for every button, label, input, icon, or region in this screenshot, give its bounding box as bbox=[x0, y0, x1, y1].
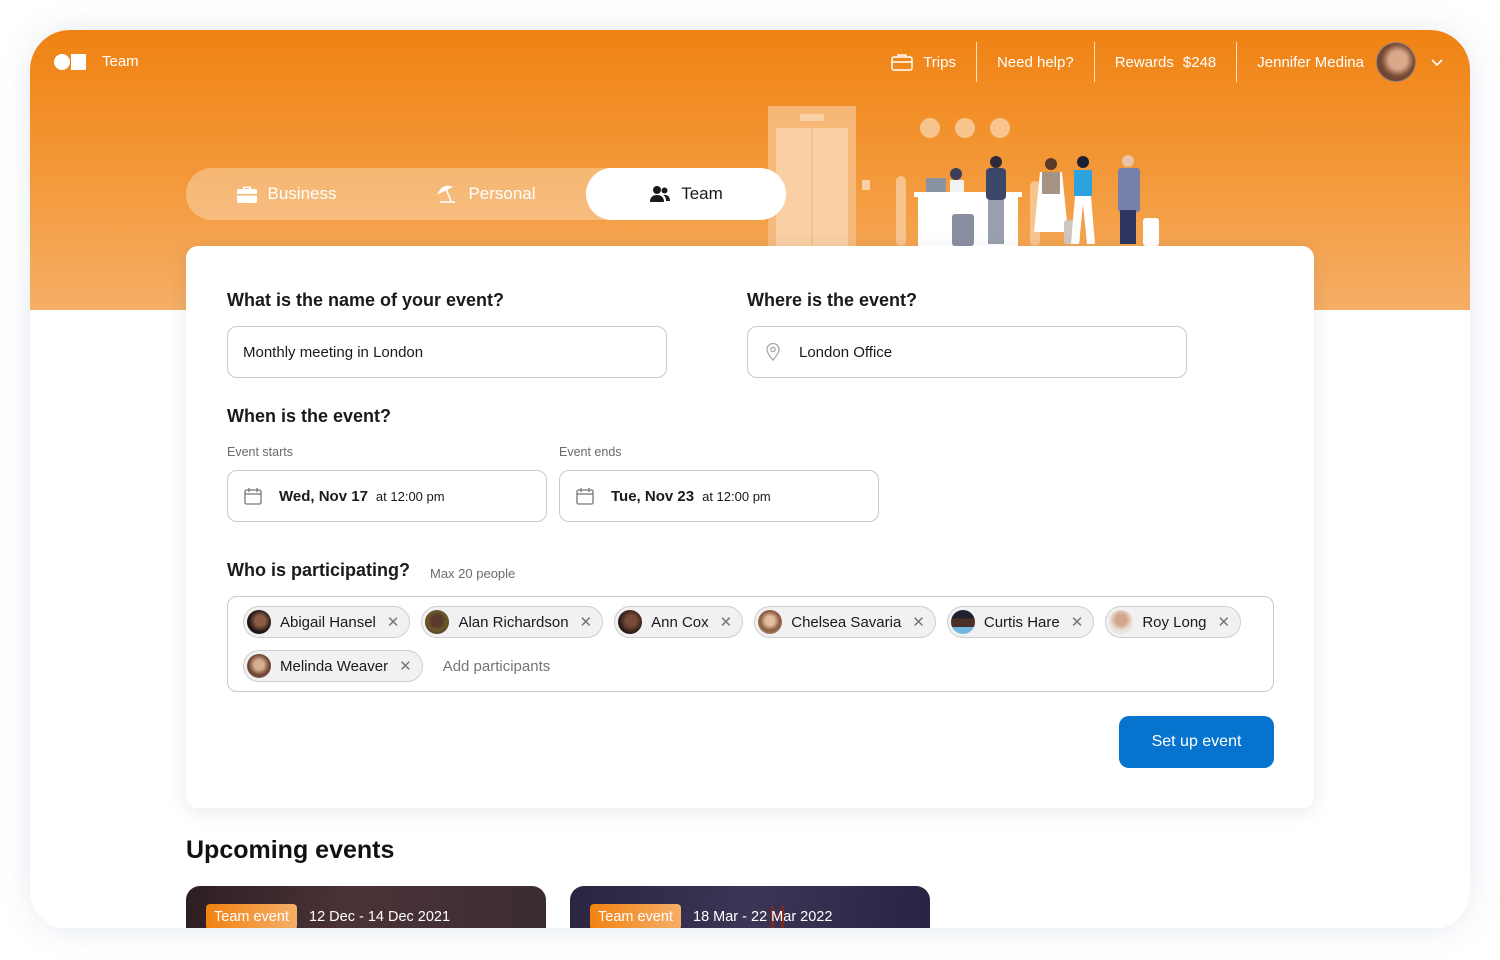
participant-name: Curtis Hare bbox=[983, 613, 1060, 631]
participant-avatar bbox=[950, 610, 975, 634]
world-clocks bbox=[920, 118, 1010, 138]
participant-avatar bbox=[247, 654, 271, 678]
participant-avatar bbox=[247, 610, 271, 634]
location-pin-icon bbox=[766, 342, 780, 361]
participant-name: Chelsea Savaria bbox=[791, 613, 902, 631]
event-form-card: What is the name of your event? Monthly … bbox=[186, 246, 1314, 808]
participants-field[interactable]: Abigail Hansel ✕ Alan Richardson ✕ Ann C… bbox=[227, 596, 1274, 692]
trip-type-tabs: Business Personal Team bbox=[186, 168, 786, 220]
nav-help[interactable]: Need help? bbox=[977, 41, 1094, 83]
reception-illustration bbox=[768, 106, 1159, 246]
event-end-date-picker[interactable]: Tue, Nov 23 at 12:00 pm bbox=[559, 470, 879, 522]
top-nav: Trips Need help? Rewards $248 Jennifer M… bbox=[871, 41, 1444, 83]
event-card[interactable]: Team event 12 Dec - 14 Dec 2021 bbox=[186, 886, 546, 930]
participant-name: Melinda Weaver bbox=[280, 657, 389, 675]
remove-participant-icon[interactable]: ✕ bbox=[912, 615, 925, 630]
event-type-badge: Team event bbox=[590, 904, 681, 930]
chevron-down-icon[interactable] bbox=[1430, 55, 1444, 69]
logo-icon[interactable] bbox=[54, 54, 86, 70]
participant-avatar bbox=[1109, 610, 1134, 634]
event-type-badge: Team event bbox=[206, 904, 297, 930]
nav-trips-label: Trips bbox=[923, 53, 956, 71]
users-icon bbox=[650, 186, 671, 202]
event-dates: 18 Mar - 22 Mar 2022 bbox=[693, 909, 833, 925]
event-location-value: London Office bbox=[799, 343, 893, 361]
participant-chip: Abigail Hansel ✕ bbox=[243, 606, 411, 638]
nav-help-label: Need help? bbox=[996, 53, 1074, 71]
event-card[interactable]: Team event 18 Mar - 22 Mar 2022 bbox=[570, 886, 930, 930]
app-window: Team Trips Need help? Rewards $248 Jenni… bbox=[30, 30, 1470, 930]
calendar-icon bbox=[244, 488, 262, 505]
calendar-icon bbox=[576, 488, 594, 505]
event-ends-label: Event ends bbox=[559, 445, 622, 459]
event-start-date-picker[interactable]: Wed, Nov 17 at 12:00 pm bbox=[227, 470, 547, 522]
event-start-date: Wed, Nov 17 bbox=[279, 487, 368, 505]
nav-rewards[interactable]: Rewards $248 bbox=[1095, 41, 1237, 83]
tab-business-label: Business bbox=[267, 184, 337, 203]
participants-label: Who is participating? bbox=[227, 560, 410, 580]
brand-name: Team bbox=[102, 53, 139, 70]
participant-chips: Abigail Hansel ✕ Alan Richardson ✕ Ann C… bbox=[243, 606, 1263, 682]
event-location-label: Where is the event? bbox=[747, 290, 918, 310]
beach-umbrella-icon bbox=[437, 185, 456, 203]
participant-chip: Roy Long ✕ bbox=[1105, 606, 1242, 638]
tab-personal-label: Personal bbox=[468, 184, 536, 203]
rewards-balance: $248 bbox=[1182, 53, 1217, 71]
user-avatar[interactable] bbox=[1376, 42, 1416, 82]
participant-avatar bbox=[425, 610, 450, 634]
participant-name: Alan Richardson bbox=[458, 613, 569, 631]
set-up-event-button[interactable]: Set up event bbox=[1119, 716, 1274, 768]
remove-participant-icon[interactable]: ✕ bbox=[1218, 615, 1231, 630]
elevator-illustration bbox=[768, 106, 870, 246]
participant-avatar bbox=[758, 610, 783, 634]
top-bar: Team Trips Need help? Rewards $248 Jenni… bbox=[30, 30, 1470, 94]
event-dates: 12 Dec - 14 Dec 2021 bbox=[309, 909, 451, 925]
tab-business[interactable]: Business bbox=[186, 168, 386, 220]
participant-name: Abigail Hansel bbox=[280, 613, 376, 631]
event-name-value: Monthly meeting in London bbox=[243, 343, 424, 361]
event-name-label: What is the name of your event? bbox=[227, 290, 505, 310]
event-end-date: Tue, Nov 23 bbox=[611, 487, 695, 505]
participant-chip: Curtis Hare ✕ bbox=[946, 606, 1095, 638]
participant-chip: Alan Richardson ✕ bbox=[421, 606, 604, 638]
remove-participant-icon[interactable]: ✕ bbox=[1071, 615, 1084, 630]
remove-participant-icon[interactable]: ✕ bbox=[399, 659, 412, 674]
suitcase-icon bbox=[891, 54, 913, 71]
participant-chip: Ann Cox ✕ bbox=[614, 606, 744, 638]
event-location-input[interactable]: London Office bbox=[747, 326, 1187, 378]
event-end-time: at 12:00 pm bbox=[702, 488, 771, 504]
tab-team[interactable]: Team bbox=[586, 168, 786, 220]
nav-trips[interactable]: Trips bbox=[871, 41, 976, 83]
tab-team-label: Team bbox=[681, 184, 723, 203]
participant-name: Ann Cox bbox=[651, 613, 709, 631]
upcoming-events-title: Upcoming events bbox=[186, 836, 395, 864]
participant-avatar bbox=[618, 610, 643, 634]
briefcase-icon bbox=[236, 186, 257, 203]
event-name-input[interactable]: Monthly meeting in London bbox=[227, 326, 667, 378]
event-start-time: at 12:00 pm bbox=[375, 488, 445, 504]
participant-chip: Chelsea Savaria ✕ bbox=[754, 606, 936, 638]
user-menu[interactable]: Jennifer Medina bbox=[1237, 41, 1444, 83]
remove-participant-icon[interactable]: ✕ bbox=[580, 615, 593, 630]
tab-personal[interactable]: Personal bbox=[386, 168, 586, 220]
user-name: Jennifer Medina bbox=[1257, 53, 1364, 71]
participant-chip: Melinda Weaver ✕ bbox=[243, 650, 423, 682]
participant-name: Roy Long bbox=[1142, 613, 1207, 631]
event-when-label: When is the event? bbox=[227, 406, 392, 426]
event-starts-label: Event starts bbox=[227, 445, 293, 459]
remove-participant-icon[interactable]: ✕ bbox=[387, 615, 400, 630]
participants-hint: Max 20 people bbox=[430, 566, 516, 581]
remove-participant-icon[interactable]: ✕ bbox=[720, 615, 733, 630]
nav-rewards-label: Rewards bbox=[1114, 53, 1174, 71]
bottom-edge bbox=[30, 928, 1470, 930]
add-participants-input[interactable] bbox=[433, 650, 634, 682]
